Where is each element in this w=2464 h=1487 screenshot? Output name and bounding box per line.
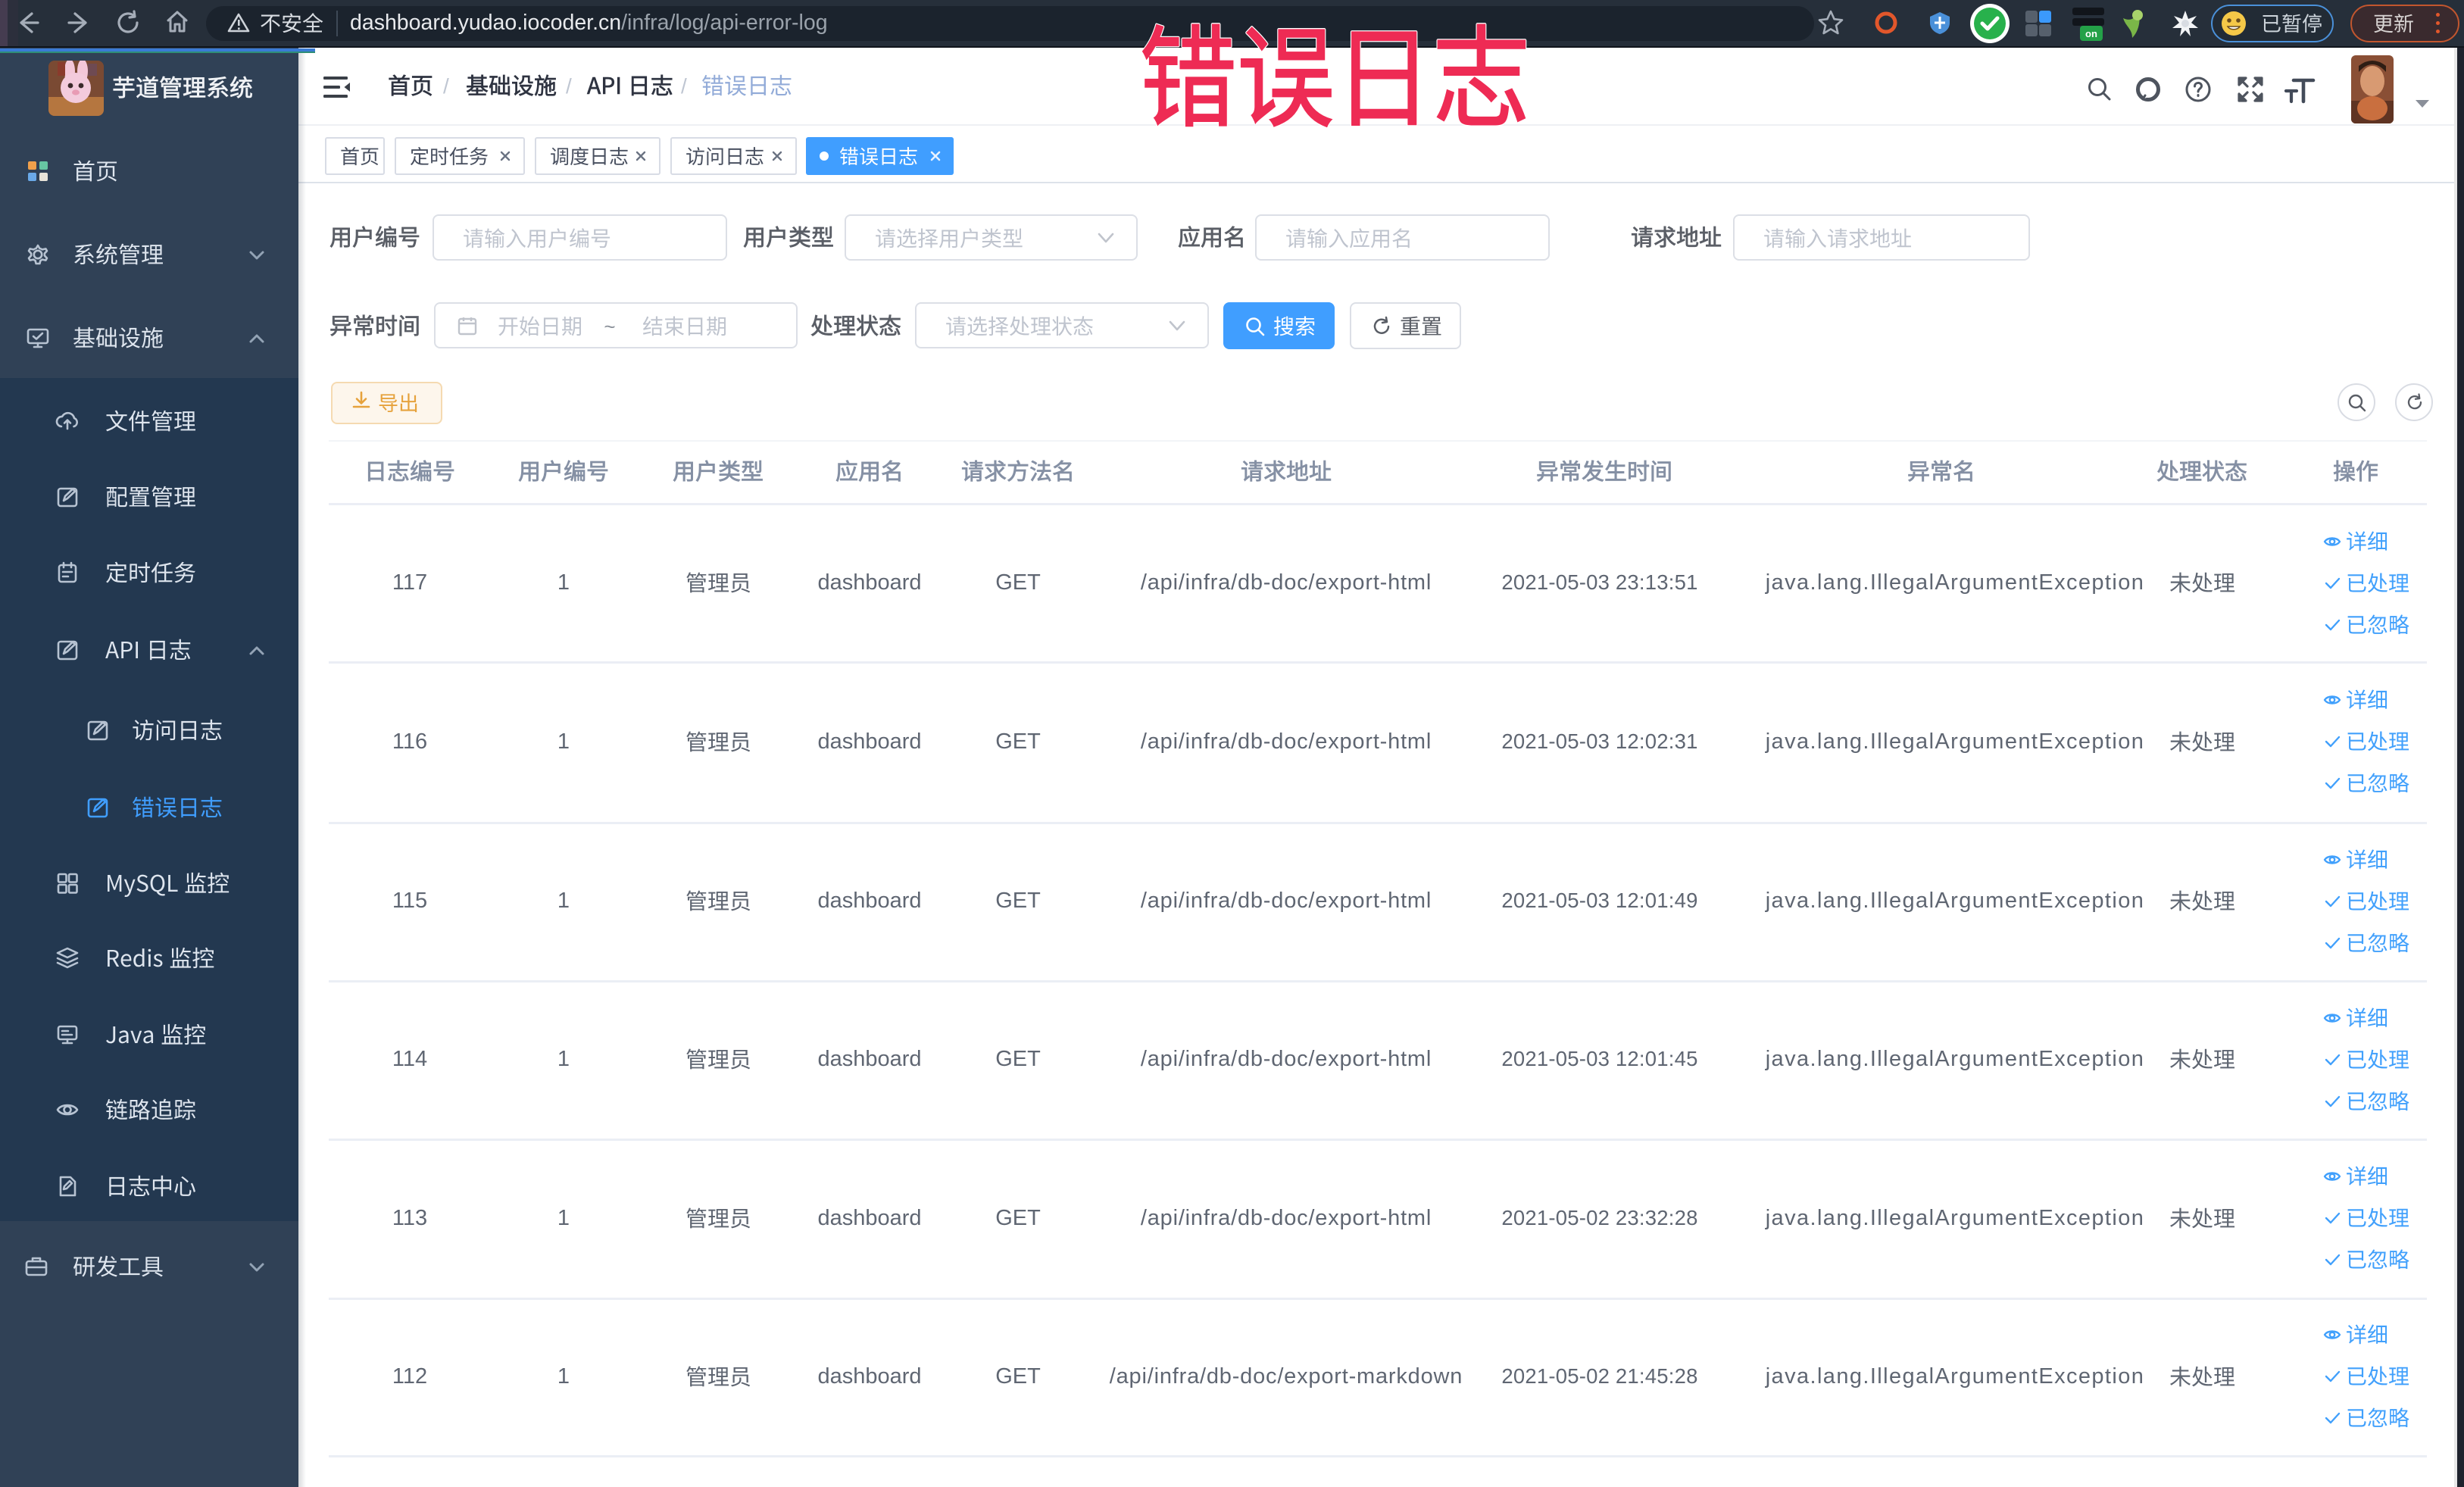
svg-text:on: on xyxy=(2085,28,2097,39)
